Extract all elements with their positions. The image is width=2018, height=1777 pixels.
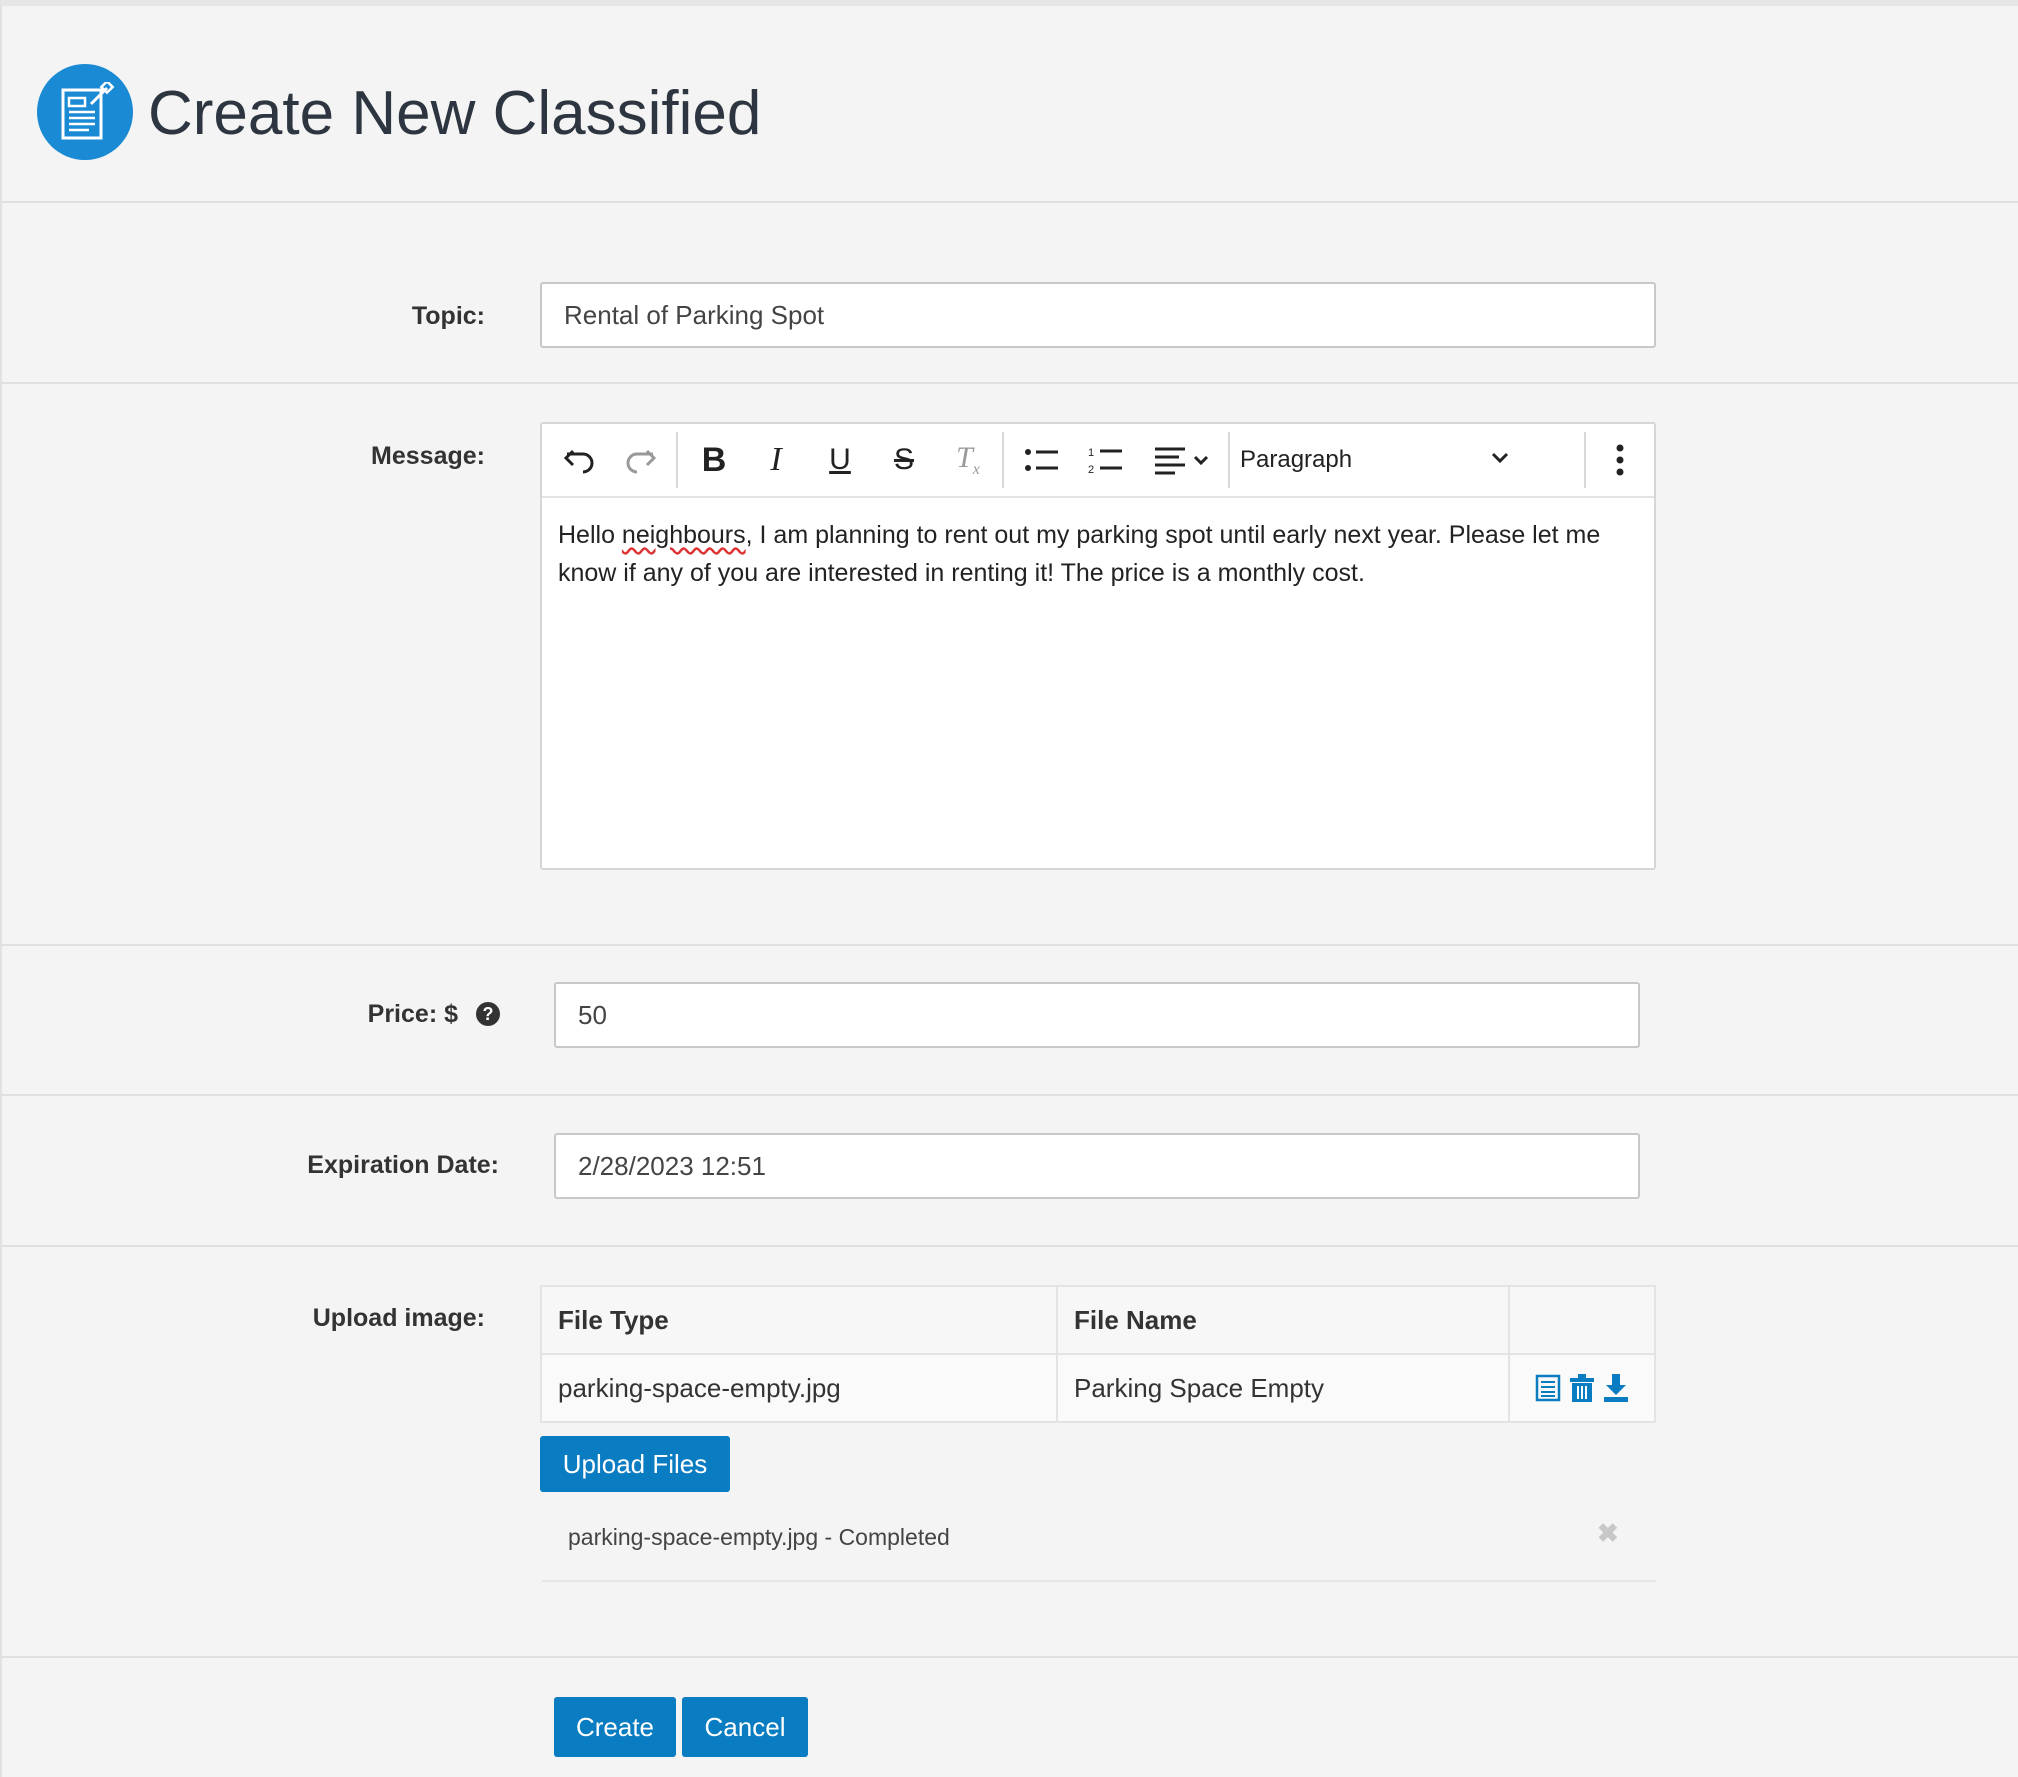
question-circle-icon[interactable]: ? — [476, 1002, 500, 1026]
details-icon[interactable] — [1535, 1374, 1561, 1402]
expiration-label: Expiration Date: — [307, 1151, 499, 1179]
close-icon[interactable]: ✖ — [1597, 1518, 1619, 1549]
page: Create New Classified Topic: Rental of P… — [0, 0, 2018, 1777]
divider — [2, 944, 2018, 946]
topic-input-value: Rental of Parking Spot — [564, 299, 825, 330]
cancel-button[interactable]: Cancel — [682, 1697, 808, 1757]
block-format-select[interactable]: Paragraph — [1228, 434, 1528, 486]
create-button[interactable]: Create — [554, 1697, 676, 1757]
file-type-cell: parking-space-empty.jpg — [540, 1353, 1058, 1423]
toolbar-separator — [1584, 432, 1586, 488]
message-body[interactable]: Hello neighbours, I am planning to rent … — [558, 516, 1628, 592]
topic-input[interactable]: Rental of Parking Spot — [540, 282, 1656, 348]
underline-icon[interactable]: U — [814, 434, 866, 486]
column-header-actions — [1508, 1285, 1656, 1355]
expiration-date-input[interactable]: 2/28/2023 12:51 — [554, 1133, 1640, 1199]
svg-text:1: 1 — [1088, 447, 1094, 459]
upload-files-button[interactable]: Upload Files — [540, 1436, 730, 1492]
redo-icon[interactable] — [614, 434, 666, 486]
upload-label: Upload image: — [312, 1304, 485, 1332]
expiration-date-value: 2/28/2023 12:51 — [578, 1150, 766, 1181]
align-left-icon[interactable] — [1146, 434, 1218, 486]
trash-icon[interactable] — [1569, 1374, 1595, 1402]
table-header-row: File Type File Name — [540, 1285, 1656, 1355]
price-input[interactable]: 50 — [554, 982, 1640, 1048]
divider — [2, 1656, 2018, 1658]
numbered-list-icon[interactable]: 12 — [1080, 434, 1132, 486]
undo-icon[interactable] — [554, 434, 606, 486]
strikethrough-icon[interactable]: S — [878, 434, 930, 486]
price-label: Price: $ — [367, 1000, 458, 1028]
svg-text:2: 2 — [1088, 464, 1094, 475]
editor-toolbar: B I U S Tx 12 Paragraph — [542, 424, 1654, 498]
divider — [2, 382, 2018, 384]
bold-icon[interactable]: B — [688, 434, 740, 486]
misspelled-word: neighbours — [621, 521, 746, 549]
classified-document-icon — [37, 64, 133, 160]
italic-icon[interactable]: I — [750, 434, 802, 486]
chevron-down-icon — [1491, 452, 1509, 464]
download-icon[interactable] — [1603, 1374, 1629, 1402]
divider — [2, 1245, 2018, 1247]
bullet-list-icon[interactable] — [1016, 434, 1068, 486]
file-name-cell: Parking Space Empty — [1056, 1353, 1510, 1423]
upload-status-item: parking-space-empty.jpg - Completed ✖ — [542, 1498, 1656, 1582]
message-text: Hello — [558, 521, 622, 549]
column-header-file-type: File Type — [540, 1285, 1058, 1355]
uploaded-files-table: File Type File Name parking-space-empty.… — [540, 1285, 1656, 1423]
column-header-file-name: File Name — [1056, 1285, 1510, 1355]
page-header: Create New Classified — [2, 6, 2018, 203]
page-title: Create New Classified — [148, 79, 762, 148]
toolbar-separator — [676, 432, 678, 488]
clear-format-icon[interactable]: Tx — [942, 434, 994, 486]
message-editor[interactable]: B I U S Tx 12 Paragraph Hello neighbours… — [540, 422, 1656, 870]
divider — [2, 1094, 2018, 1096]
block-format-value: Paragraph — [1240, 446, 1353, 473]
row-actions — [1508, 1353, 1656, 1423]
upload-status-text: parking-space-empty.jpg - Completed — [568, 1524, 950, 1550]
message-label: Message: — [371, 442, 485, 470]
more-vertical-icon[interactable] — [1594, 434, 1646, 486]
table-row: parking-space-empty.jpg Parking Space Em… — [540, 1353, 1656, 1423]
topic-label: Topic: — [411, 302, 485, 330]
toolbar-separator — [1002, 432, 1004, 488]
price-input-value: 50 — [578, 999, 607, 1030]
